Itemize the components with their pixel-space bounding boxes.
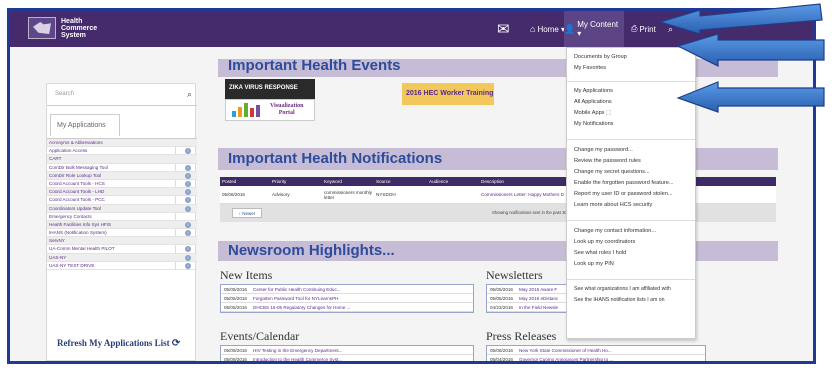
events-heading: Important Health Events <box>228 57 401 74</box>
logo-line-1: Health <box>61 17 83 25</box>
newsroom-heading: Newsroom Highlights... <box>228 242 395 259</box>
viz-line-1: Visualization <box>270 103 304 109</box>
list-item[interactable]: 05/05/2016 Forgotten Password Tool for NY… <box>221 294 473 303</box>
info-icon[interactable]: i <box>185 172 191 179</box>
list-item[interactable]: 05/09/2016 Introduction to the Health Com… <box>221 355 473 361</box>
menu-item-hcs-security[interactable]: Learn more about HCS security <box>574 202 652 208</box>
menu-item-forgotten-password[interactable]: Enable the forgotten password feature... <box>574 180 674 186</box>
info-icon[interactable]: i <box>185 197 191 204</box>
info-icon[interactable]: i <box>185 230 191 237</box>
info-icon[interactable]: i <box>185 246 191 253</box>
list-item[interactable]: IHANS (Notification System) i <box>47 229 197 238</box>
list-item[interactable]: Coord Account Tools - LHD i <box>47 188 197 197</box>
user-icon: 👤 <box>564 23 576 34</box>
menu-divider <box>567 139 695 140</box>
menu-item-change-password[interactable]: Change my password... <box>574 147 633 153</box>
events-calendar-list: 05/09/2016 HIV Testing in the Emergency D… <box>220 345 474 361</box>
annotation-arrows <box>657 3 825 113</box>
menu-item-password-rules[interactable]: Review the password rules <box>574 158 641 164</box>
list-item[interactable]: ServNY <box>47 237 197 246</box>
menu-item-organizations[interactable]: See what organizations I am affiliated w… <box>574 286 671 292</box>
list-item[interactable]: 05/05/2016 DHCBS 16-05 Regulatory Changes… <box>221 303 473 312</box>
zika-banner-label: ZIKA VIRUS RESPONSE <box>229 85 298 91</box>
arrow-top-icon <box>657 3 823 35</box>
logo-line-2: Commerce <box>61 24 98 32</box>
list-item[interactable]: 05/05/2016 Center for Public Health Conti… <box>221 285 473 294</box>
press-releases-heading: Press Releases <box>486 329 557 343</box>
home-icon: ⌂ <box>530 24 536 34</box>
menu-item-pin[interactable]: Look up my PIN <box>574 261 614 267</box>
menu-item-ihans-lists[interactable]: See the IHANS notification lists I am on <box>574 297 665 303</box>
info-icon[interactable]: i <box>185 148 191 155</box>
nav-home-label: Home ▾ <box>537 24 566 34</box>
list-item[interactable]: UA-Comm Mental Health PILOT i <box>47 245 197 254</box>
menu-divider <box>567 220 695 221</box>
nav-home[interactable]: ⌂ Home ▾ <box>530 11 565 47</box>
menu-divider <box>567 279 695 280</box>
refresh-label: Refresh My Applications List <box>57 338 170 348</box>
list-item[interactable]: CART <box>47 155 197 164</box>
arrow-to-my-applications-icon <box>676 81 825 113</box>
info-icon[interactable]: i <box>185 221 191 228</box>
menu-item-report-stolen[interactable]: Report my user ID or password stolen... <box>574 191 673 197</box>
newsletters-heading: Newsletters <box>486 268 543 282</box>
list-item[interactable]: Application Access i <box>47 147 197 156</box>
list-item[interactable]: Coordinators Update Tool i <box>47 204 197 213</box>
list-item[interactable]: Emergency Contacts <box>47 213 197 221</box>
info-icon[interactable]: i <box>185 189 191 196</box>
notifications-heading: Important Health Notifications <box>228 150 443 167</box>
list-item[interactable]: ComDir Role Lookup Tool i <box>47 171 197 180</box>
info-icon[interactable]: i <box>185 262 191 269</box>
list-item[interactable]: UAS-NY TEST DRIVE i <box>47 262 197 270</box>
mail-icon[interactable]: ✉ <box>497 11 510 47</box>
menu-item-coordinators[interactable]: Look up my coordinators <box>574 239 635 245</box>
applications-panel: Search ⌕ My Applications Acronyms & Abbr… <box>46 83 197 361</box>
newsletters-list: 05/05/2016 May 2016 Aware F 05/05/2016 May… <box>486 284 576 313</box>
tab-my-applications[interactable]: My Applications <box>50 114 120 136</box>
info-icon[interactable]: i <box>185 164 191 171</box>
newer-button[interactable]: ↑ Newer <box>232 208 262 218</box>
search-icon[interactable]: ⌕ <box>187 89 192 100</box>
search-placeholder: Search <box>55 91 75 97</box>
list-item[interactable]: Health Facilities Info Sys HFIS i <box>47 220 197 230</box>
visualization-portal-banner[interactable]: Visualization Portal <box>225 99 315 121</box>
new-items-heading: New Items <box>220 268 273 282</box>
info-icon[interactable]: i <box>185 254 191 261</box>
press-releases-list: 05/06/2016 New York State Commissioner of… <box>486 345 706 361</box>
viz-line-2: Portal <box>278 110 295 116</box>
list-item[interactable]: Coord Account Tools - HCS i <box>47 180 197 189</box>
list-item[interactable]: UAS-NY i <box>47 253 197 262</box>
menu-item-contact-info[interactable]: Change my contact information... <box>574 228 656 234</box>
hec-training-banner[interactable]: 2016 HEC Worker Training <box>402 83 494 105</box>
menu-item-secret-questions[interactable]: Change my secret questions... <box>574 169 650 175</box>
arrow-to-my-favorites-icon <box>676 33 825 67</box>
list-item[interactable]: Coord Account Tools - PCC i <box>47 196 197 205</box>
list-item[interactable]: 05/05/2016 May 2016 Aware F <box>487 285 575 294</box>
list-item[interactable]: 05/09/2016 HIV Testing in the Emergency D… <box>221 346 473 355</box>
info-icon[interactable]: i <box>185 205 191 212</box>
menu-item-roles[interactable]: See what roles I hold <box>574 250 626 256</box>
refresh-icon: ⟳ <box>171 338 181 349</box>
logo-line-3: System <box>61 31 86 39</box>
info-icon[interactable]: i <box>185 180 191 187</box>
zika-banner[interactable]: ZIKA VIRUS RESPONSE <box>225 79 315 99</box>
list-item[interactable]: 05/05/2016 May 2016 eDistanc <box>487 294 575 303</box>
hec-banner-label: 2016 HEC Worker Training <box>406 90 494 97</box>
chart-icon <box>232 111 236 117</box>
nys-state-icon <box>28 17 56 39</box>
list-item[interactable]: ComDir Bulk Messaging Tool i <box>47 164 197 172</box>
refresh-applications-button[interactable]: Refresh My Applications List ⟳ <box>57 338 180 349</box>
new-items-list: 05/05/2016 Center for Public Health Conti… <box>220 284 474 313</box>
events-calendar-heading: Events/Calendar <box>220 329 300 343</box>
application-list: Acronyms & Abbreviations Application Acc… <box>47 138 197 270</box>
menu-item-my-notifications[interactable]: My Notifications <box>574 121 613 127</box>
list-item[interactable]: 04/22/2016 In the Field Newsle <box>487 303 575 312</box>
list-item[interactable]: 05/06/2016 New York State Commissioner of… <box>487 346 705 355</box>
list-item[interactable]: 05/04/2016 Governor Cuomo Announces Partn… <box>487 355 705 361</box>
hcs-logo[interactable]: Health Commerce System <box>28 17 97 39</box>
app-search-input[interactable]: Search ⌕ <box>47 84 197 106</box>
list-item[interactable]: Acronyms & Abbreviations <box>47 139 197 148</box>
